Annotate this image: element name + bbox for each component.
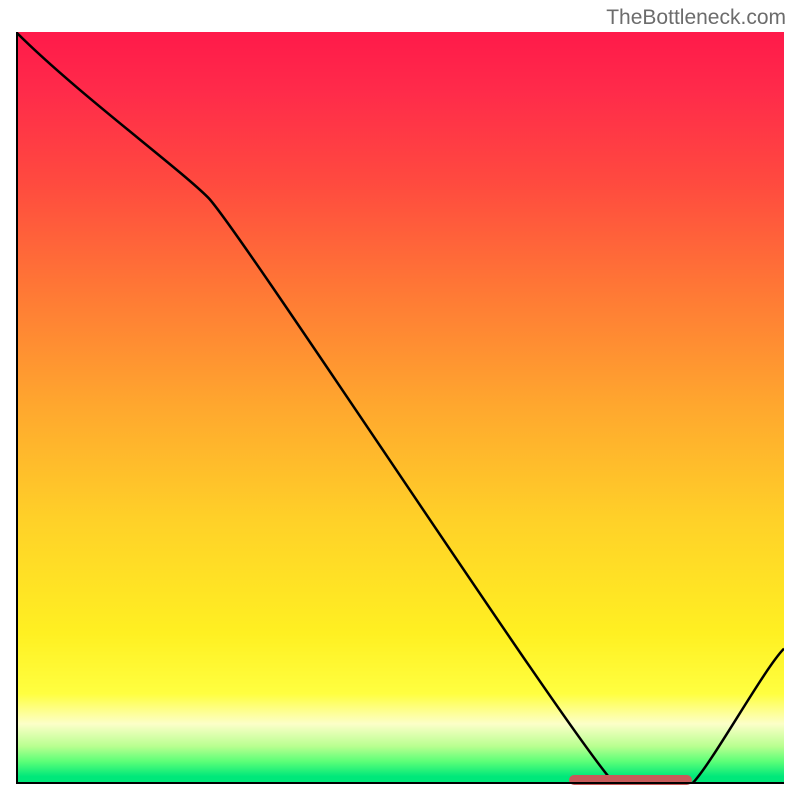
watermark-text: TheBottleneck.com xyxy=(606,6,786,30)
bottleneck-curve xyxy=(16,32,784,784)
x-axis xyxy=(16,782,784,784)
chart-plot-area xyxy=(16,32,784,784)
y-axis xyxy=(16,32,18,784)
